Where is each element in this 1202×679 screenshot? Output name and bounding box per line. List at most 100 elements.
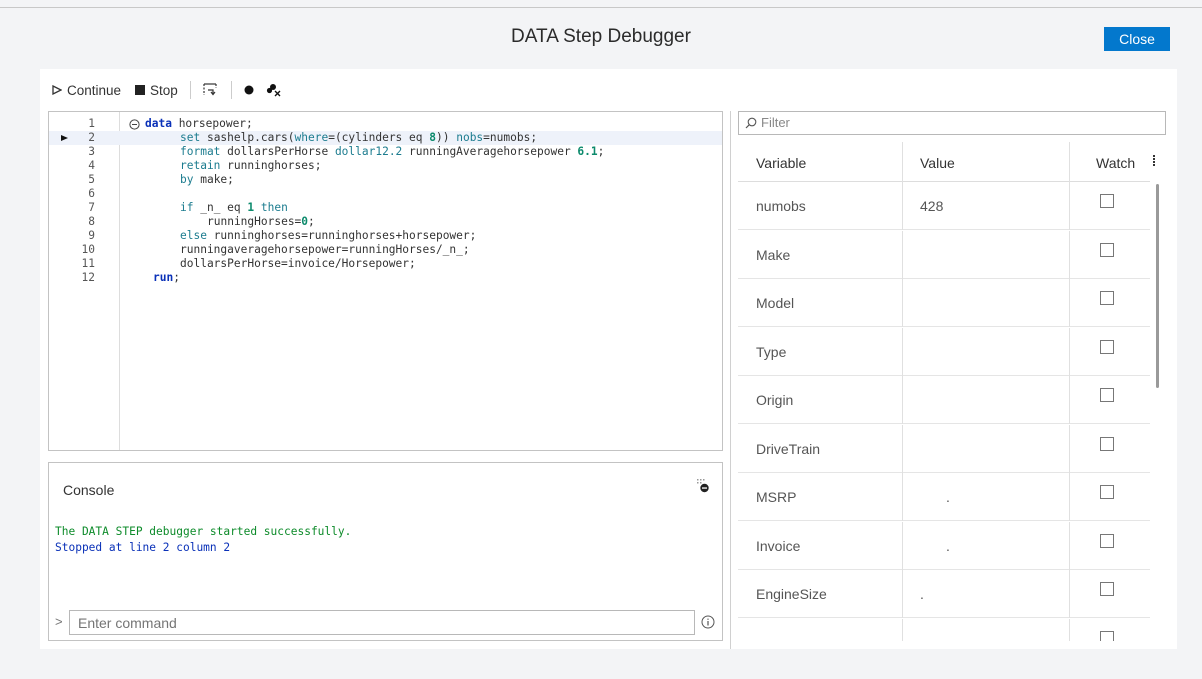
code-line[interactable]: 10 runningaveragehorsepower=runningHorses… xyxy=(49,243,722,257)
watch-checkbox[interactable] xyxy=(1100,485,1114,499)
watch-checkbox[interactable] xyxy=(1100,339,1114,354)
clear-breakpoints-button[interactable] xyxy=(266,83,282,97)
line-number[interactable]: 9 xyxy=(69,229,109,243)
search-icon xyxy=(745,117,757,129)
variable-value: . xyxy=(946,489,950,505)
code-text[interactable]: format dollarsPerHorse dollar12.2 runnin… xyxy=(180,145,604,159)
code-line[interactable]: 4 retain runninghorses; xyxy=(49,159,722,173)
filter-input[interactable]: Filter xyxy=(738,111,1166,135)
table-row[interactable]: MSRP. xyxy=(738,473,1150,521)
table-header: Variable Value Watch xyxy=(738,142,1150,182)
console-message: The DATA STEP debugger started successfu… xyxy=(55,525,352,538)
table-row[interactable]: numobs 428 xyxy=(738,182,1150,230)
code-text[interactable]: run; xyxy=(153,271,180,285)
code-line[interactable]: 5 by make; xyxy=(49,173,722,187)
watch-checkbox[interactable] xyxy=(1100,533,1114,548)
column-divider xyxy=(1069,182,1070,230)
column-divider xyxy=(902,570,903,618)
watch-checkbox[interactable] xyxy=(1100,436,1114,451)
code-text[interactable]: if _n_ eq 1 then xyxy=(180,201,288,215)
table-row[interactable]: EngineSize. xyxy=(738,570,1150,618)
code-line[interactable]: 9 else runninghorses=runninghorses+horsep… xyxy=(49,229,722,243)
continue-button[interactable]: Continue xyxy=(52,83,121,98)
table-row[interactable]: Origin xyxy=(738,376,1150,424)
code-text[interactable]: else runninghorses=runninghorses+horsepo… xyxy=(180,229,476,243)
code-text[interactable]: runningaveragehorsepower=runningHorses/_… xyxy=(180,243,470,257)
line-number[interactable]: 7 xyxy=(69,201,109,215)
table-row[interactable]: Type xyxy=(738,327,1150,376)
table-row[interactable] xyxy=(738,618,1150,641)
column-divider xyxy=(902,182,903,230)
code-line[interactable]: 11 dollarsPerHorse=invoice/Horsepower; xyxy=(49,257,722,271)
variable-name: DriveTrain xyxy=(756,440,821,457)
step-button[interactable] xyxy=(203,83,219,97)
column-divider xyxy=(902,230,903,279)
table-row[interactable]: DriveTrain xyxy=(738,424,1150,473)
code-line[interactable]: 8 runningHorses=0; xyxy=(49,215,722,229)
command-input[interactable] xyxy=(69,610,695,635)
watch-checkbox[interactable] xyxy=(1100,194,1114,208)
line-number[interactable]: 6 xyxy=(69,187,109,201)
watch-checkbox[interactable] xyxy=(1100,388,1114,402)
code-text[interactable]: data horsepower; xyxy=(145,117,253,131)
code-line[interactable]: 1 data horsepower; xyxy=(49,117,722,131)
scrollbar-thumb[interactable] xyxy=(1156,184,1159,388)
breakpoint-icon xyxy=(244,85,254,95)
code-text[interactable]: by make; xyxy=(180,173,234,187)
column-divider xyxy=(902,376,903,424)
panel-splitter[interactable] xyxy=(730,111,731,649)
column-divider xyxy=(902,279,903,327)
code-line[interactable]: 12 run; xyxy=(49,271,722,285)
code-line[interactable]: 6 xyxy=(49,187,722,201)
column-menu-icon[interactable] xyxy=(1152,155,1156,169)
variable-name: Model xyxy=(756,295,795,311)
table-row[interactable]: Make xyxy=(738,230,1150,279)
line-number[interactable]: 1 xyxy=(69,117,109,131)
code-line[interactable]: 3 format dollarsPerHorse dollar12.2 runni… xyxy=(49,145,722,159)
column-header-value[interactable]: Value xyxy=(920,155,955,171)
watch-checkbox[interactable] xyxy=(1100,291,1114,305)
console-panel: Console The DATA STEP debugger started s… xyxy=(48,462,723,641)
table-row[interactable]: Model xyxy=(738,279,1150,327)
current-line-marker-icon xyxy=(61,135,68,141)
close-button[interactable]: Close xyxy=(1104,27,1170,51)
code-editor[interactable]: 1 data horsepower; 2 set sashelp.cars(where… xyxy=(48,111,723,451)
code-text[interactable]: set sashelp.cars(where=(cylinders eq 8))… xyxy=(180,131,537,145)
watch-checkbox[interactable] xyxy=(1100,630,1114,641)
line-number[interactable]: 12 xyxy=(69,271,109,285)
console-title: Console xyxy=(63,482,115,498)
code-text[interactable]: dollarsPerHorse=invoice/Horsepower; xyxy=(180,257,416,271)
command-prompt: > xyxy=(55,614,63,629)
column-divider xyxy=(1069,570,1070,618)
clear-console-icon[interactable] xyxy=(697,479,709,493)
toolbar-separator xyxy=(189,81,191,99)
variable-name: Make xyxy=(756,246,791,263)
table-row[interactable]: Invoice. xyxy=(738,521,1150,570)
column-header-watch[interactable]: Watch xyxy=(1096,155,1135,171)
continue-label: Continue xyxy=(67,82,122,98)
info-icon[interactable] xyxy=(701,615,715,629)
line-number[interactable]: 3 xyxy=(69,145,109,159)
watch-checkbox[interactable] xyxy=(1100,242,1114,257)
column-divider xyxy=(1069,327,1070,376)
code-text[interactable]: retain runninghorses; xyxy=(180,159,321,173)
step-into-icon xyxy=(203,83,217,96)
line-number[interactable]: 2 xyxy=(69,131,109,145)
line-number[interactable]: 5 xyxy=(69,173,109,187)
clear-breakpoints-icon xyxy=(266,84,281,97)
variable-name: Origin xyxy=(756,392,794,408)
code-text[interactable]: runningHorses=0; xyxy=(207,215,315,229)
code-line[interactable]: 2 set sashelp.cars(where=(cylinders eq 8)… xyxy=(49,131,722,145)
code-line[interactable]: 7 if _n_ eq 1 then xyxy=(49,201,722,215)
stop-button[interactable]: Stop xyxy=(135,83,178,98)
line-number[interactable]: 4 xyxy=(69,159,109,173)
variable-name: Type xyxy=(756,343,787,360)
toggle-breakpoint-button[interactable] xyxy=(244,85,254,95)
collapse-icon[interactable] xyxy=(129,118,140,130)
column-header-variable[interactable]: Variable xyxy=(756,155,806,171)
column-divider xyxy=(902,424,903,473)
watch-checkbox[interactable] xyxy=(1100,582,1114,596)
line-number[interactable]: 10 xyxy=(69,243,109,257)
line-number[interactable]: 8 xyxy=(69,215,109,229)
line-number[interactable]: 11 xyxy=(69,257,109,271)
